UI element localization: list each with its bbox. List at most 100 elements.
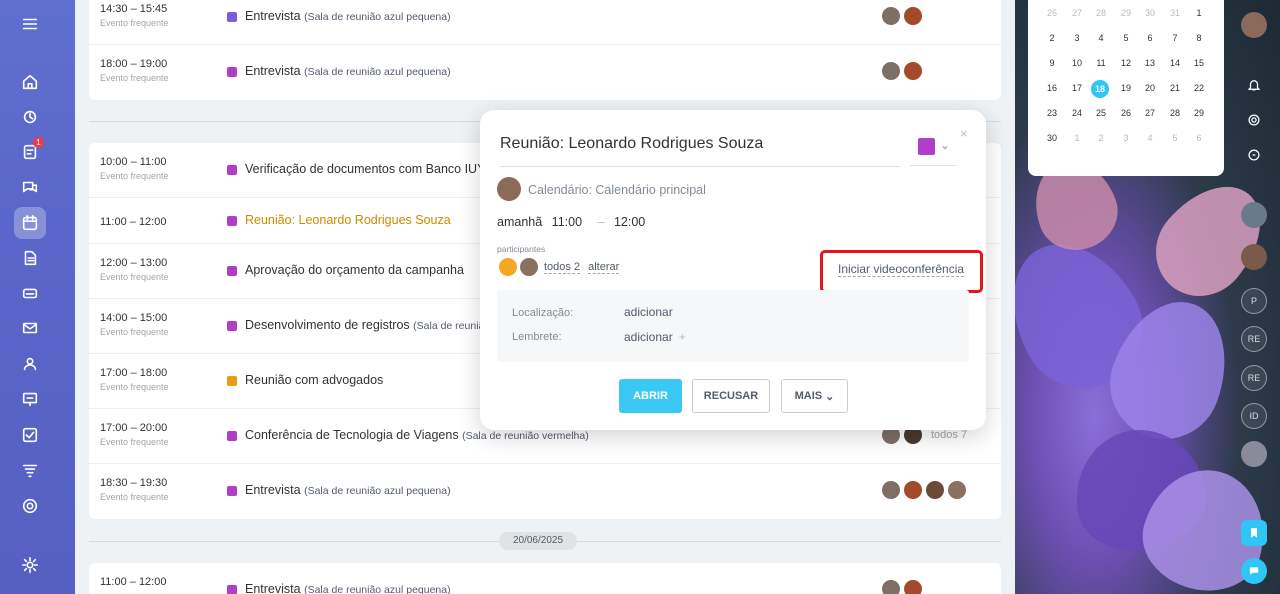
spiral-icon[interactable]: [1241, 107, 1267, 133]
bookmark-icon[interactable]: [1241, 520, 1267, 546]
event-title[interactable]: Verificação de documentos com Banco IUY …: [245, 162, 499, 176]
event-row[interactable]: 18:00 – 19:00 Evento frequente Entrevist…: [89, 45, 1001, 100]
open-button[interactable]: ABRIR: [619, 379, 682, 413]
mini-calendar-day[interactable]: 30: [1042, 130, 1062, 146]
mini-calendar-day[interactable]: 9: [1042, 55, 1062, 71]
mini-calendar-day[interactable]: 17: [1067, 80, 1087, 96]
mini-calendar-day[interactable]: 20: [1140, 80, 1160, 96]
attendee-avatars[interactable]: [881, 579, 925, 594]
mini-calendar-day[interactable]: 28: [1165, 105, 1185, 121]
mail-icon[interactable]: [14, 312, 46, 344]
location-add-link[interactable]: adicionar: [624, 305, 673, 319]
calendar-icon[interactable]: [14, 207, 46, 239]
mini-calendar-day[interactable]: 18: [1091, 80, 1109, 98]
drive-icon[interactable]: [14, 277, 46, 309]
contact-initials[interactable]: P: [1241, 288, 1267, 314]
avatar: [903, 579, 923, 594]
mini-calendar-day[interactable]: 28: [1091, 5, 1111, 21]
mini-calendar-day[interactable]: 12: [1116, 55, 1136, 71]
presentation-icon[interactable]: [14, 383, 46, 415]
event-title[interactable]: Entrevista (Sala de reunião azul pequena…: [245, 582, 451, 594]
mini-calendar-day[interactable]: 14: [1165, 55, 1185, 71]
mini-calendar-day[interactable]: 5: [1116, 30, 1136, 46]
menu-icon[interactable]: [14, 8, 46, 40]
event-title[interactable]: Reunião: Leonardo Rodrigues Souza: [245, 213, 451, 227]
goals-icon[interactable]: [14, 490, 46, 522]
mini-calendar-day[interactable]: 7: [1165, 30, 1185, 46]
document-icon[interactable]: [14, 242, 46, 274]
mini-calendar-day[interactable]: 1: [1067, 130, 1087, 146]
mini-calendar-day[interactable]: 16: [1042, 80, 1062, 96]
search-chat-icon[interactable]: [1241, 142, 1267, 168]
reminder-add-link[interactable]: adicionar +: [624, 330, 686, 344]
bell-icon[interactable]: [1241, 72, 1267, 98]
mini-calendar-day[interactable]: 6: [1189, 130, 1209, 146]
mini-calendar-day[interactable]: 21: [1165, 80, 1185, 96]
mini-calendar-day[interactable]: 30: [1140, 5, 1160, 21]
settings-icon[interactable]: [14, 549, 46, 581]
groups-icon[interactable]: [14, 348, 46, 380]
tasks-icon[interactable]: 1: [14, 136, 46, 168]
close-icon[interactable]: ×: [960, 126, 968, 141]
event-title[interactable]: Conferência de Tecnologia de Viagens (Sa…: [245, 428, 589, 442]
support-chat-icon[interactable]: [1241, 558, 1267, 584]
color-picker[interactable]: ⌄: [910, 130, 956, 166]
mini-calendar-day[interactable]: 4: [1140, 130, 1160, 146]
chat-icon[interactable]: [14, 171, 46, 203]
mini-calendar-day[interactable]: 2: [1042, 30, 1062, 46]
mini-calendar-day[interactable]: 26: [1042, 5, 1062, 21]
contact-avatar[interactable]: [1241, 244, 1267, 270]
event-row[interactable]: 11:00 – 12:00 Entrevista (Sala de reuniã…: [89, 563, 1001, 594]
mini-calendar-day[interactable]: 23: [1042, 105, 1062, 121]
event-popup-title[interactable]: Reunião: Leonardo Rodrigues Souza: [500, 135, 763, 153]
attendee-avatars[interactable]: [881, 6, 925, 26]
mini-calendar-day[interactable]: 22: [1189, 80, 1209, 96]
contact-initials[interactable]: ID: [1241, 403, 1267, 429]
mini-calendar-day[interactable]: 4: [1091, 30, 1111, 46]
event-title[interactable]: Reunião com advogados: [245, 373, 383, 387]
checkbox-icon[interactable]: [14, 419, 46, 451]
mini-calendar-day[interactable]: 29: [1116, 5, 1136, 21]
contact-avatar[interactable]: [1241, 202, 1267, 228]
mini-calendar-day[interactable]: 3: [1116, 130, 1136, 146]
mini-calendar-day[interactable]: 6: [1140, 30, 1160, 46]
mini-calendar-day[interactable]: 25: [1091, 105, 1111, 121]
participants-link[interactable]: todos 2: [544, 261, 581, 274]
event-title[interactable]: Entrevista (Sala de reunião azul pequena…: [245, 483, 451, 497]
mini-calendar-day[interactable]: 19: [1116, 80, 1136, 96]
event-time: 18:30 – 19:30: [100, 477, 168, 489]
filter-icon[interactable]: [14, 454, 46, 486]
attendee-avatars[interactable]: [881, 61, 925, 81]
mini-calendar-day[interactable]: 15: [1189, 55, 1209, 71]
event-title[interactable]: Aprovação do orçamento da campanha: [245, 263, 464, 277]
mini-calendar-day[interactable]: 5: [1165, 130, 1185, 146]
mini-calendar-day[interactable]: 24: [1067, 105, 1087, 121]
mini-calendar-day[interactable]: 27: [1140, 105, 1160, 121]
mini-calendar-day[interactable]: 26: [1116, 105, 1136, 121]
mini-calendar-day[interactable]: 10: [1067, 55, 1087, 71]
mini-calendar-day[interactable]: 29: [1189, 105, 1209, 121]
mini-calendar-day[interactable]: 1: [1189, 5, 1209, 21]
event-title[interactable]: Entrevista (Sala de reunião azul pequena…: [245, 64, 451, 78]
mini-calendar-day[interactable]: 8: [1189, 30, 1209, 46]
contact-initials[interactable]: RE: [1241, 365, 1267, 391]
user-avatar[interactable]: [1241, 12, 1267, 38]
home-icon[interactable]: [14, 66, 46, 98]
change-participants-link[interactable]: alterar: [588, 261, 620, 274]
feed-icon[interactable]: [14, 101, 46, 133]
mini-calendar-day[interactable]: 11: [1091, 55, 1111, 71]
event-row[interactable]: 14:30 – 15:45 Evento frequente Entrevist…: [89, 0, 1001, 45]
mini-calendar-day[interactable]: 2: [1091, 130, 1111, 146]
mini-calendar-day[interactable]: 3: [1067, 30, 1087, 46]
event-title[interactable]: Desenvolvimento de registros (Sala de re…: [245, 318, 490, 332]
contact-avatar[interactable]: [1241, 441, 1267, 467]
contact-initials[interactable]: RE: [1241, 326, 1267, 352]
attendee-avatars[interactable]: [881, 480, 969, 500]
event-title[interactable]: Entrevista (Sala de reunião azul pequena…: [245, 9, 451, 23]
mini-calendar-day[interactable]: 27: [1067, 5, 1087, 21]
decline-button[interactable]: RECUSAR: [692, 379, 770, 413]
mini-calendar-day[interactable]: 13: [1140, 55, 1160, 71]
more-button[interactable]: MAIS ⌄: [781, 379, 848, 413]
event-row[interactable]: 18:30 – 19:30 Evento frequente Entrevist…: [89, 464, 1001, 519]
mini-calendar-day[interactable]: 31: [1165, 5, 1185, 21]
